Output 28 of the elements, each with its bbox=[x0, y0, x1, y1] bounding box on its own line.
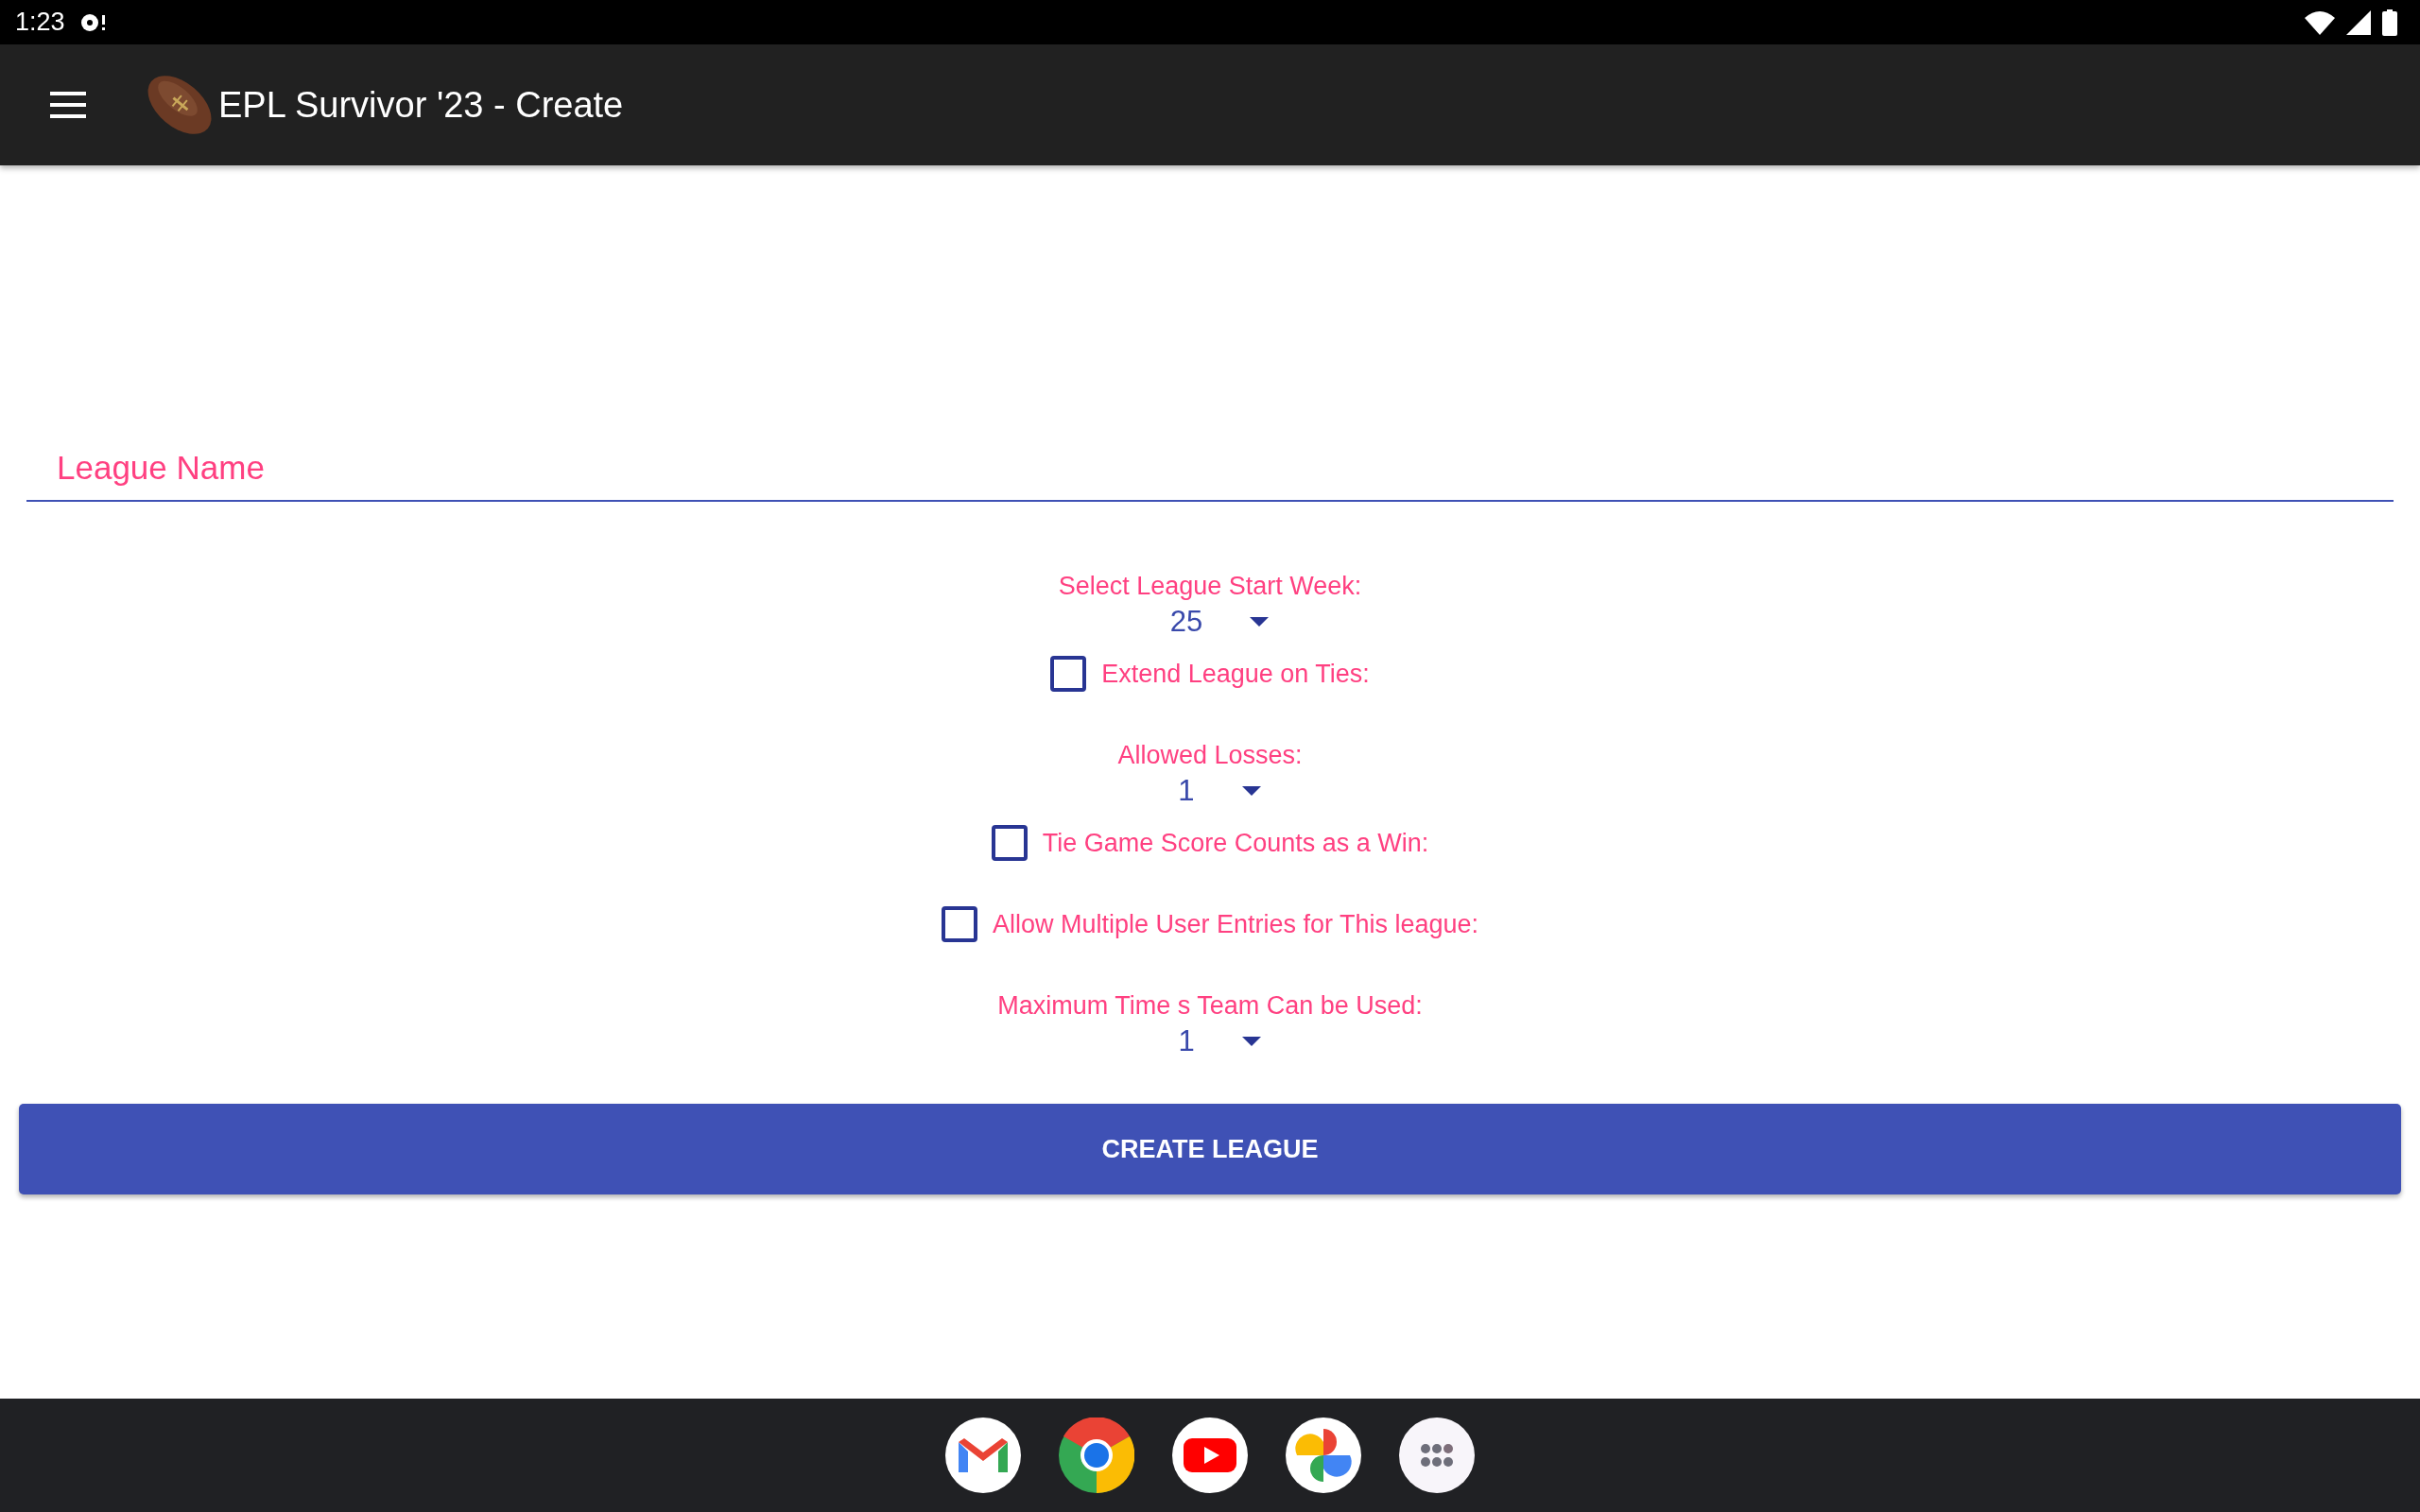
checkbox-label: Allow Multiple User Entries for This league: bbox=[992, 909, 1479, 939]
caret-icon bbox=[1250, 617, 1270, 627]
setting-label: Allowed Losses: bbox=[1117, 741, 1303, 770]
dropdown[interactable]: 1 bbox=[1159, 770, 1261, 812]
caret-icon bbox=[1241, 1037, 1261, 1046]
app-drawer-icon[interactable] bbox=[1399, 1418, 1475, 1493]
video-app-icon[interactable] bbox=[1172, 1418, 1248, 1493]
battery-icon bbox=[2382, 9, 2397, 36]
dropdown[interactable]: 1 bbox=[1159, 1021, 1261, 1062]
checkbox[interactable] bbox=[1050, 656, 1087, 692]
league-name-field[interactable]: League Name bbox=[26, 449, 2394, 502]
status-time: 1:23 bbox=[15, 8, 65, 37]
create-league-button[interactable]: CREATE LEAGUE bbox=[19, 1104, 2401, 1194]
app-title: EPL Survivor '23 - Create bbox=[218, 84, 624, 126]
menu-icon[interactable] bbox=[50, 92, 86, 118]
mail-app-icon[interactable] bbox=[945, 1418, 1021, 1493]
signal-icon bbox=[2346, 9, 2371, 35]
checkbox-label: Tie Game Score Counts as a Win: bbox=[1042, 828, 1429, 858]
checkbox-label: Extend League on Ties: bbox=[1101, 659, 1370, 689]
setting-label: Maximum Time s Team Can be Used: bbox=[997, 991, 1423, 1021]
browser-app-icon[interactable] bbox=[1059, 1418, 1134, 1493]
setting-label: Select League Start Week: bbox=[1058, 572, 1362, 601]
checkbox[interactable] bbox=[991, 825, 1028, 861]
wifi-icon bbox=[2305, 9, 2335, 35]
caret-icon bbox=[1241, 786, 1261, 796]
dropdown[interactable]: 25 bbox=[1150, 601, 1270, 643]
checkbox[interactable] bbox=[941, 906, 977, 942]
pinwheel-app-icon[interactable] bbox=[1286, 1418, 1361, 1493]
